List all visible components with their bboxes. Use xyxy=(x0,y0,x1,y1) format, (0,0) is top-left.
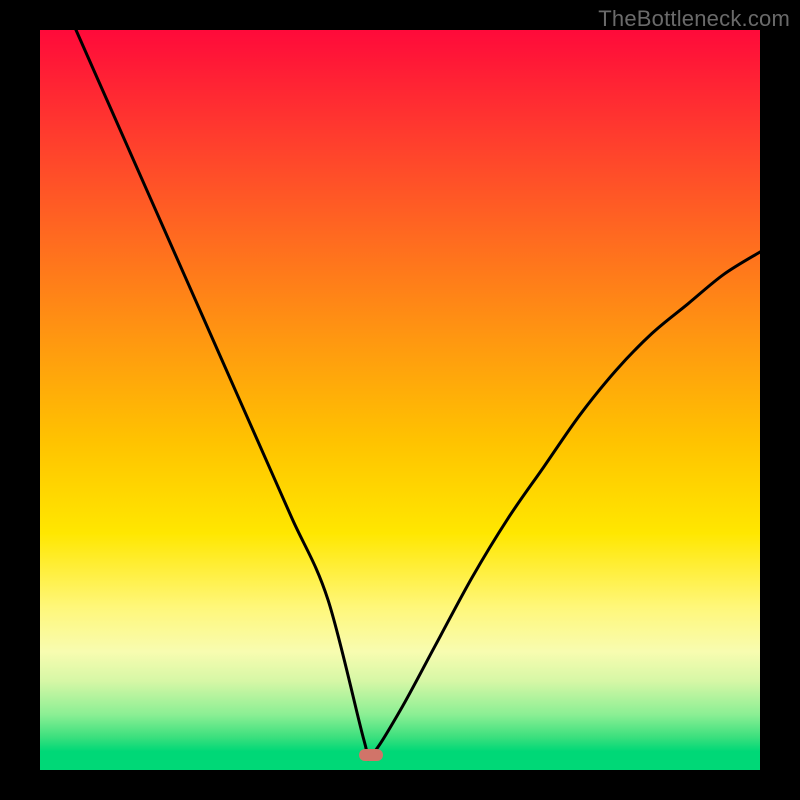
plot-area xyxy=(40,30,760,770)
chart-frame: TheBottleneck.com xyxy=(0,0,800,800)
watermark-text: TheBottleneck.com xyxy=(598,6,790,32)
optimal-point-marker xyxy=(359,749,383,761)
bottleneck-curve xyxy=(40,30,760,770)
curve-path xyxy=(76,30,760,760)
